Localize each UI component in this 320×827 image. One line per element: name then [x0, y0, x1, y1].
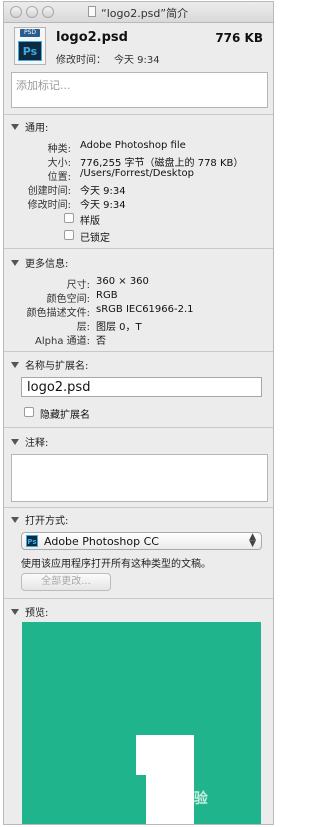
color-space-value: RGB: [96, 290, 118, 301]
locked-label: 已锁定: [80, 233, 110, 244]
alpha-channel-value: 否: [96, 336, 106, 347]
comments-textarea[interactable]: [11, 454, 268, 502]
section-open-with-header[interactable]: 打开方式:: [11, 512, 68, 527]
modified-label: 修改时间：: [56, 55, 106, 66]
psd-file-icon: PSD Ps: [14, 27, 46, 65]
window-title: “logo2.psd”简介: [101, 7, 189, 20]
hide-extension-checkbox[interactable]: [24, 407, 34, 417]
info-window: “logo2.psd”简介 PSD Ps logo2.psd 776 KB 修改…: [3, 1, 274, 825]
section-comments-header[interactable]: 注释:: [11, 434, 48, 449]
hide-extension-label: 隐藏扩展名: [40, 410, 90, 421]
kind-label: 种类:: [47, 144, 71, 155]
section-name-ext-header[interactable]: 名称与扩展名:: [11, 357, 88, 372]
disclosure-triangle-icon: [11, 362, 19, 368]
section-general-header[interactable]: 通用:: [11, 119, 48, 134]
divider: [4, 351, 273, 352]
divider: [4, 114, 273, 115]
disclosure-triangle-icon: [11, 260, 19, 266]
photoshop-glyph: Ps: [18, 41, 42, 61]
title-bar: “logo2.psd”简介: [4, 2, 273, 23]
stationery-label: 样版: [80, 216, 100, 227]
file-name-input[interactable]: logo2.psd: [21, 377, 262, 397]
section-more-info-header[interactable]: 更多信息:: [11, 255, 68, 270]
disclosure-triangle-icon: [11, 124, 19, 130]
layers-label: 层:: [76, 322, 90, 333]
photoshop-app-icon: Ps: [26, 535, 38, 547]
alpha-channel-label: Alpha 通道:: [35, 336, 90, 347]
dimensions-label: 尺寸:: [66, 280, 90, 291]
layers-value: 图层 0，T: [96, 322, 142, 333]
psd-tag-label: PSD: [20, 29, 40, 37]
section-preview-header[interactable]: 预览:: [11, 604, 48, 619]
divider: [4, 427, 273, 428]
color-profile-label: 颜色描述文件:: [26, 308, 90, 319]
minimize-window-button[interactable]: [26, 6, 38, 18]
kind-value: Adobe Photoshop file: [80, 140, 186, 151]
zoom-window-button[interactable]: [42, 6, 54, 18]
divider: [4, 507, 273, 508]
change-all-button[interactable]: 全部更改...: [21, 573, 111, 591]
document-icon: [88, 6, 96, 17]
modified-value: 今天 9:34: [114, 55, 160, 66]
tags-placeholder: 添加标记...: [16, 79, 71, 92]
close-window-button[interactable]: [10, 6, 22, 18]
selected-app-name: Adobe Photoshop CC: [44, 535, 159, 548]
logo-shape: [136, 735, 194, 775]
created-label: 创建时间:: [27, 186, 71, 197]
location-value: /Users/Forrest/Desktop: [80, 168, 194, 179]
modified-row-label: 修改时间:: [27, 200, 71, 211]
open-with-description: 使用该应用程序打开所有这种类型的文稿。: [21, 559, 211, 570]
preview-image: [22, 622, 261, 824]
color-space-label: 颜色空间:: [46, 294, 90, 305]
modified-row-value: 今天 9:34: [80, 200, 126, 211]
file-name-input-value: logo2.psd: [27, 380, 91, 395]
divider: [4, 598, 273, 599]
disclosure-triangle-icon: [11, 439, 19, 445]
stationery-checkbox[interactable]: [64, 213, 74, 223]
disclosure-triangle-icon: [11, 609, 19, 615]
disclosure-triangle-icon: [11, 517, 19, 523]
baidu-watermark: Bai 经验: [150, 791, 208, 807]
created-value: 今天 9:34: [80, 186, 126, 197]
size-value: 776,255 字节（磁盘上的 778 KB）: [80, 158, 244, 169]
file-name: logo2.psd: [56, 30, 128, 45]
color-profile-value: sRGB IEC61966-2.1: [96, 304, 194, 315]
tags-input[interactable]: 添加标记...: [11, 72, 268, 108]
size-label: 大小:: [47, 158, 71, 169]
file-size: 776 KB: [215, 31, 263, 45]
divider: [4, 248, 273, 249]
locked-checkbox[interactable]: [64, 230, 74, 240]
location-label: 位置:: [47, 172, 71, 183]
select-arrows-icon: ▲ ▼: [249, 532, 256, 549]
open-with-app-select[interactable]: Ps Adobe Photoshop CC ▲ ▼: [21, 532, 262, 550]
dimensions-value: 360 × 360: [96, 276, 149, 287]
